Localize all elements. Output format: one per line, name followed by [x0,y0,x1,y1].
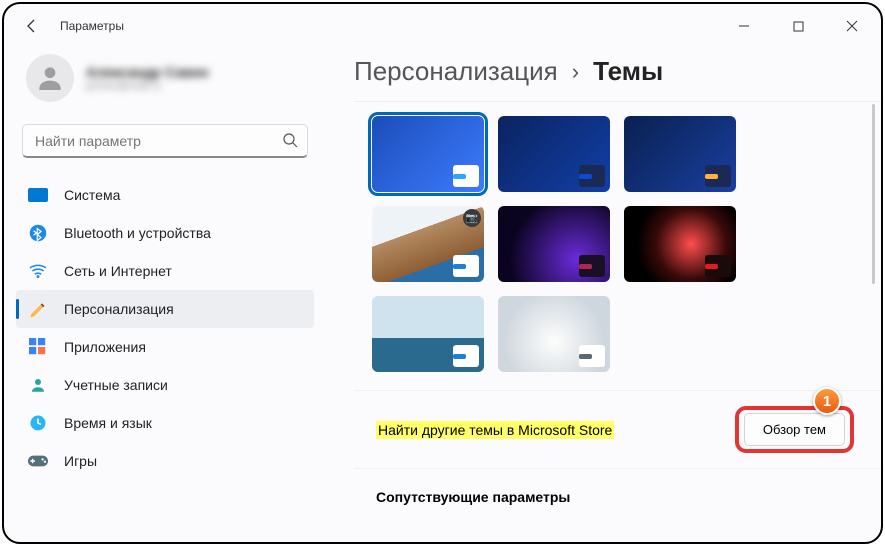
theme-accent-chip [579,345,605,367]
content-area: Персонализация › Темы 📷 Найти другие тем… [326,48,881,542]
store-bar: Найти другие темы в Microsoft Store 1 Об… [354,390,881,469]
avatar [26,54,74,102]
sidebar-item-time[interactable]: Время и язык [16,404,314,442]
sidebar-item-label: Время и язык [64,415,152,431]
theme-accent-chip [453,345,479,367]
system-icon [28,185,48,205]
theme-accent-chip [579,165,605,187]
theme-grid: 📷 [354,102,854,390]
annotation-badge: 1 [813,387,841,415]
breadcrumb-parent[interactable]: Персонализация [354,56,558,87]
titlebar: Параметры [4,4,881,48]
search-icon [282,132,298,153]
sidebar-item-label: Сеть и Интернет [64,263,172,279]
theme-thumbnail[interactable]: 📷 [372,206,484,282]
theme-accent-chip [453,165,479,187]
related-heading: Сопутствующие параметры [354,469,881,505]
sidebar-item-acct[interactable]: Учетные записи [16,366,314,404]
back-button[interactable] [18,12,46,40]
close-button[interactable] [837,11,867,41]
game-icon [28,451,48,471]
sidebar-item-bt[interactable]: Bluetooth и устройства [16,214,314,252]
pers-icon [28,299,48,319]
camera-icon: 📷 [463,209,481,227]
theme-accent-chip [705,255,731,277]
chevron-right-icon: › [572,59,579,85]
sidebar-item-label: Система [64,187,120,203]
user-name: Александр Савин [86,64,209,80]
sidebar-item-label: Персонализация [64,301,174,317]
theme-thumbnail[interactable] [498,296,610,372]
bt-icon [28,223,48,243]
breadcrumb: Персонализация › Темы [354,56,881,87]
theme-accent-chip [705,165,731,187]
search-input[interactable] [22,124,308,158]
net-icon [28,261,48,281]
app-title: Параметры [60,19,124,33]
theme-accent-chip [579,255,605,277]
theme-thumbnail[interactable] [624,206,736,282]
sidebar-item-net[interactable]: Сеть и Интернет [16,252,314,290]
sidebar-item-label: Игры [64,453,97,469]
theme-thumbnail[interactable] [372,116,484,192]
minimize-button[interactable] [729,11,759,41]
sidebar: Александр Савин primer@mail.ru Система Bl… [4,48,326,542]
browse-themes-button[interactable]: Обзор тем [744,413,845,446]
theme-thumbnail[interactable] [372,296,484,372]
theme-accent-chip [453,255,479,277]
apps-icon [28,337,48,357]
find-more-themes-label: Найти другие темы в Microsoft Store [376,421,614,439]
sidebar-item-game[interactable]: Игры [16,442,314,480]
sidebar-item-label: Bluetooth и устройства [64,225,211,241]
sidebar-item-pers[interactable]: Персонализация [16,290,314,328]
breadcrumb-current: Темы [593,56,663,87]
user-email: primer@mail.ru [86,80,209,92]
time-icon [28,413,48,433]
maximize-button[interactable] [783,11,813,41]
sidebar-item-label: Учетные записи [64,377,168,393]
theme-thumbnail[interactable] [624,116,736,192]
sidebar-item-apps[interactable]: Приложения [16,328,314,366]
theme-thumbnail[interactable] [498,206,610,282]
sidebar-item-system[interactable]: Система [16,176,314,214]
acct-icon [28,375,48,395]
scrollbar[interactable] [872,104,875,284]
user-block[interactable]: Александр Савин primer@mail.ru [16,48,314,120]
theme-thumbnail[interactable] [498,116,610,192]
sidebar-item-label: Приложения [64,339,146,355]
